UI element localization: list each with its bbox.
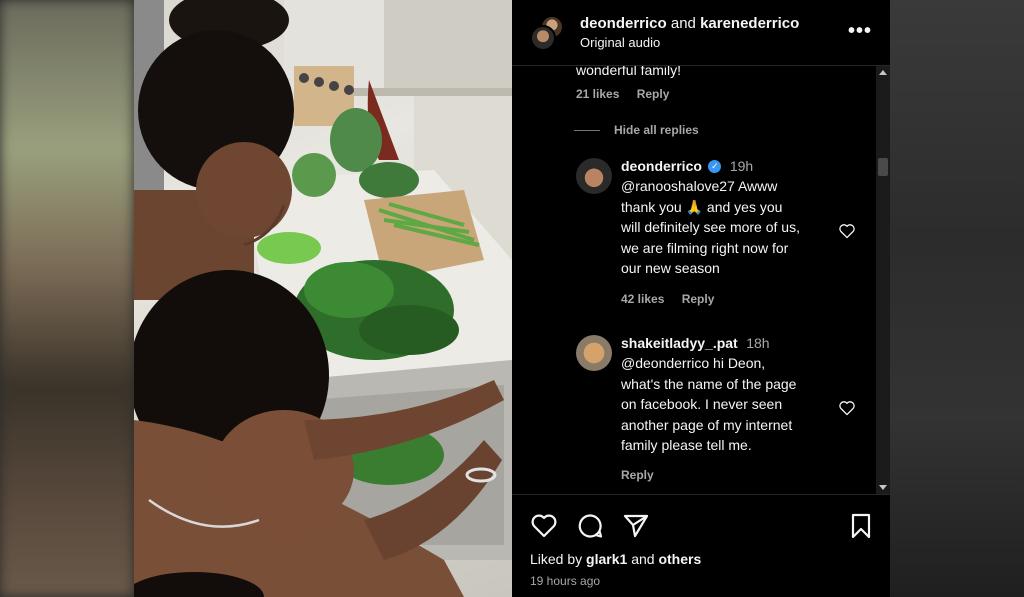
divider: [574, 129, 600, 131]
liked-by: Liked by glark1 and others: [530, 551, 701, 567]
comment-text-cut: wonderful family!: [576, 66, 682, 78]
reply-text-line: will definitely see more of us,: [621, 219, 800, 235]
reply-username[interactable]: shakeitladyy_.pat: [621, 335, 738, 351]
liked-user-link[interactable]: glark1: [586, 551, 627, 567]
comment-meta: 21 likes Reply: [576, 87, 683, 101]
avatar[interactable]: [576, 158, 612, 194]
heart-icon[interactable]: [530, 512, 558, 540]
reply-time: 18h: [746, 335, 770, 351]
reply-text-line: another page of my internet: [621, 416, 793, 433]
reply-header: deonderrico ✓ 19h: [621, 158, 841, 176]
scroll-down-icon[interactable]: [879, 485, 887, 490]
reply-text-line: we are filming right now for: [621, 239, 789, 256]
reply-button[interactable]: Reply: [682, 292, 715, 306]
header-text: deonderrico and karenederrico Original a…: [580, 15, 799, 50]
heart-icon[interactable]: [838, 400, 856, 416]
reply-text-line: @deonderrico hi Deon,: [621, 355, 766, 371]
post-timestamp: 19 hours ago: [530, 574, 601, 588]
reply-time: 19h: [729, 158, 754, 174]
reply-text-line: thank you 🙏 and yes you: [621, 198, 783, 215]
reply-header: shakeitladyy_.pat 18h: [621, 335, 841, 353]
instagram-panel: deonderrico and karenederrico Original a…: [512, 0, 890, 597]
comments-list[interactable]: wonderful family! 21 likes Reply Hide al…: [512, 66, 876, 494]
bookmark-icon[interactable]: [847, 512, 875, 540]
send-icon[interactable]: [622, 512, 650, 540]
reply-text-line: our new season: [621, 260, 720, 276]
liked-prefix: Liked by: [530, 551, 583, 567]
post-header: deonderrico and karenederrico Original a…: [512, 0, 890, 66]
avatar[interactable]: [530, 24, 556, 51]
blurred-background-right: [890, 0, 1024, 597]
reply-button[interactable]: Reply: [637, 87, 670, 101]
blurred-background-left: [0, 0, 134, 597]
reply-text-line: @ranooshalove27 Awww: [621, 178, 778, 194]
reply-text-line: family please tell me.: [621, 437, 752, 453]
heart-icon[interactable]: [838, 223, 856, 239]
reply-body: deonderrico ✓ 19h @ranooshalove27 Awww t…: [621, 158, 841, 306]
liked-and: and: [631, 551, 655, 567]
collab-avatars[interactable]: [530, 14, 566, 51]
author-link[interactable]: deonderrico: [580, 15, 667, 32]
reply-text-line: on facebook. I never seen: [621, 396, 783, 412]
reply-body: shakeitladyy_.pat 18h @deonderrico hi De…: [621, 335, 841, 482]
liked-others-link[interactable]: others: [658, 551, 701, 567]
verified-icon: ✓: [708, 160, 722, 174]
author-link[interactable]: karenederrico: [700, 15, 799, 32]
comments-scrollbar[interactable]: [876, 66, 890, 494]
like-count[interactable]: 21 likes: [576, 87, 619, 101]
post-authors: deonderrico and karenederrico: [580, 15, 799, 32]
avatar[interactable]: [576, 335, 612, 371]
author-conjunction: and: [670, 15, 696, 32]
scroll-up-icon[interactable]: [879, 70, 887, 75]
reply-meta: Reply: [621, 468, 841, 482]
audio-link[interactable]: Original audio: [580, 35, 799, 50]
reply-button[interactable]: Reply: [621, 468, 654, 482]
more-options-icon[interactable]: •••: [848, 20, 872, 43]
reply-text-line: what's the name of the page: [621, 375, 797, 392]
comment-icon[interactable]: [576, 512, 604, 540]
scroll-thumb[interactable]: [878, 158, 888, 176]
post-photo: [134, 0, 512, 597]
post-actions: Liked by glark1 and others 19 hours ago: [512, 494, 890, 597]
hide-replies-button[interactable]: Hide all replies: [574, 123, 699, 137]
reply-meta: 42 likes Reply: [621, 292, 841, 306]
hide-replies-label: Hide all replies: [614, 123, 699, 137]
reply-username[interactable]: deonderrico: [621, 158, 702, 174]
like-count[interactable]: 42 likes: [621, 292, 664, 306]
